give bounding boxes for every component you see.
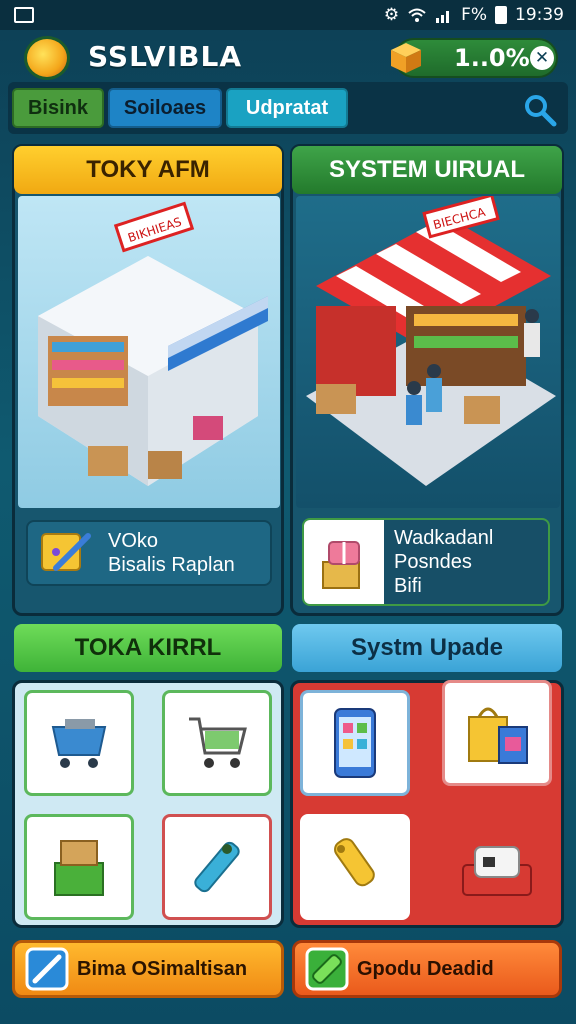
bin-cart-icon [51,719,107,768]
crate-icon [54,840,104,896]
store-info-line-2: Bisalis Raplan [108,554,235,576]
clock: 19:39 [515,5,564,25]
settings-icon: ⚙ [383,5,400,25]
signal-icon [436,11,450,23]
printer-tile[interactable] [442,818,552,924]
app-title: SSLVIBLA [88,40,243,73]
shopping-cart-icon [189,717,247,768]
store-info-card[interactable]: VOko Bisalis Raplan [26,520,272,586]
smartphone-tile[interactable] [300,690,410,796]
system-info-line-2: Posndes [394,551,472,573]
store-scene[interactable]: BIKHIEAS [18,196,280,508]
system-info-card[interactable]: Wadkadanl Posndes Bifi [302,518,550,606]
simulation-button-label: Bima OSimaltisan [77,957,248,980]
simulation-button[interactable]: Bima OSimaltisan [12,940,284,998]
system-info-line-3: Bifi [394,575,422,597]
system-panel-title[interactable]: SYSTEM UIRUAL [292,146,562,194]
tab-bisink[interactable]: Bisink [12,88,104,128]
tab-udpratat[interactable]: Udpratat [226,88,348,128]
goods-button[interactable]: Gpodu Deadid [292,940,562,998]
edit-icon [25,947,69,991]
market-scene[interactable]: BIECHCA [296,196,560,508]
app-logo[interactable] [24,36,70,80]
goods-button-label: Gpodu Deadid [357,957,494,980]
update-panel-title[interactable]: Systm Upade [292,624,562,672]
close-icon[interactable]: ✕ [530,46,554,70]
progress-value: 1..0% [454,44,530,72]
shopping-cart-tile[interactable] [162,690,272,796]
printer-icon [462,846,532,896]
system-info-line-1: Wadkadanl [394,527,494,549]
store-panel-title[interactable]: TOKY AFM [14,146,282,194]
search-icon[interactable] [522,92,558,128]
status-indicator: F% [461,5,487,25]
edit-note-icon [41,533,91,571]
shopping-bags-icon [468,707,528,764]
battery-icon [495,6,507,24]
bin-cart-tile[interactable] [24,690,134,796]
box-icon [391,43,421,73]
scanner-tile[interactable] [162,814,272,920]
shopping-bags-tile[interactable] [442,680,552,786]
status-right: ⚙ F% 19:39 [384,4,564,26]
wifi-icon [408,8,426,22]
tab-soiloaes[interactable]: Soiloaes [108,88,222,128]
smartphone-icon [334,708,376,778]
scanner-icon [305,947,349,991]
crate-tile[interactable] [24,814,134,920]
price-tag-tile[interactable] [300,814,410,920]
scanner-icon [194,841,240,893]
price-tag-icon [334,838,375,887]
gallery-icon [14,7,34,23]
kit-panel-title[interactable]: TOKA KIRRL [14,624,282,672]
status-bar: ⚙ F% 19:39 [0,0,576,30]
store-info-line-1: VOko [108,530,159,552]
gift-box-icon [304,520,384,604]
